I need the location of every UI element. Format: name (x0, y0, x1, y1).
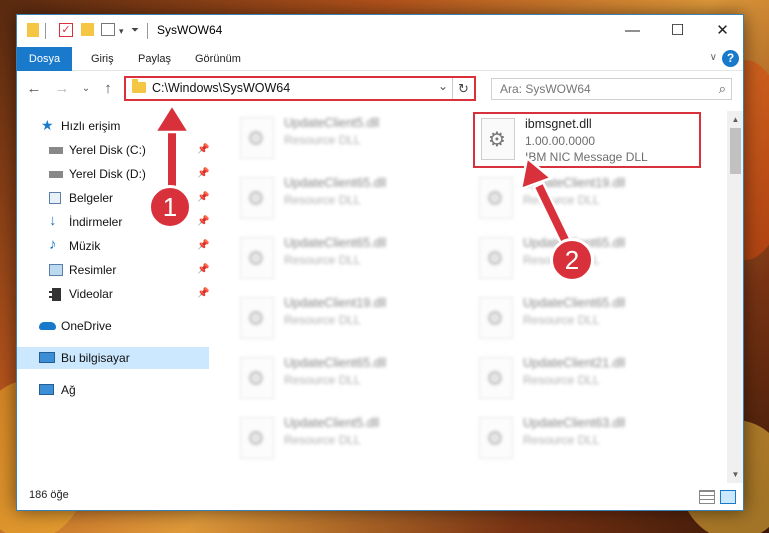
step-2-badge: 2 (550, 238, 594, 282)
arrow-to-highlighted-file (519, 155, 574, 249)
step-1-badge: 1 (148, 185, 192, 229)
annotation-arrows (152, 102, 574, 249)
